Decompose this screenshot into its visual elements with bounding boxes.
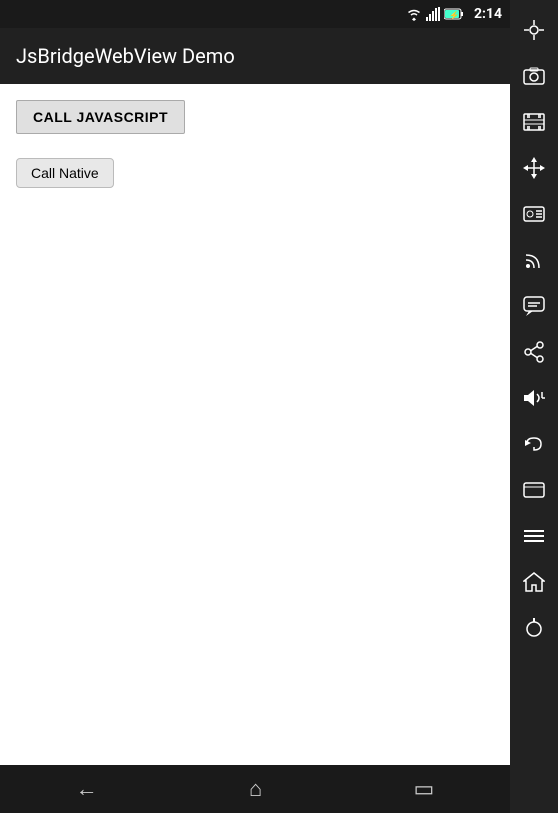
rss-sidebar-icon[interactable] — [512, 238, 556, 282]
id-sidebar-icon[interactable] — [512, 192, 556, 236]
volume-sidebar-icon[interactable] — [512, 376, 556, 420]
gps-sidebar-icon[interactable] — [512, 8, 556, 52]
app-title: JsBridgeWebView Demo — [16, 44, 235, 68]
nav-bar: ← ⌂ ▭ — [0, 765, 510, 813]
main-content: CALL JAVASCRIPT Call Native — [0, 84, 510, 765]
status-time: 2:14 — [474, 6, 502, 22]
recent-nav-icon[interactable]: ▭ — [414, 777, 435, 802]
signal-icon — [426, 7, 440, 21]
app-bar: JsBridgeWebView Demo — [0, 28, 510, 84]
camera-sidebar-icon[interactable] — [512, 54, 556, 98]
wifi-icon — [406, 7, 422, 21]
menu-sidebar-icon[interactable] — [512, 514, 556, 558]
status-bar: ⚡ 2:14 — [0, 0, 510, 28]
move-sidebar-icon[interactable] — [512, 146, 556, 190]
share-sidebar-icon[interactable] — [512, 330, 556, 374]
film-sidebar-icon[interactable] — [512, 100, 556, 144]
chat-sidebar-icon[interactable] — [512, 284, 556, 328]
home-nav-icon[interactable]: ⌂ — [249, 776, 262, 802]
power-sidebar-icon[interactable] — [512, 606, 556, 650]
call-javascript-button[interactable]: CALL JAVASCRIPT — [16, 100, 185, 134]
right-sidebar — [510, 0, 558, 813]
window-sidebar-icon[interactable] — [512, 468, 556, 512]
status-icons: ⚡ — [406, 7, 464, 21]
svg-text:⚡: ⚡ — [449, 10, 459, 20]
undo-sidebar-icon[interactable] — [512, 422, 556, 466]
back-nav-icon[interactable]: ← — [76, 776, 98, 802]
battery-charging-icon: ⚡ — [444, 8, 464, 20]
call-native-button[interactable]: Call Native — [16, 158, 114, 188]
home-sidebar-icon[interactable] — [512, 560, 556, 604]
